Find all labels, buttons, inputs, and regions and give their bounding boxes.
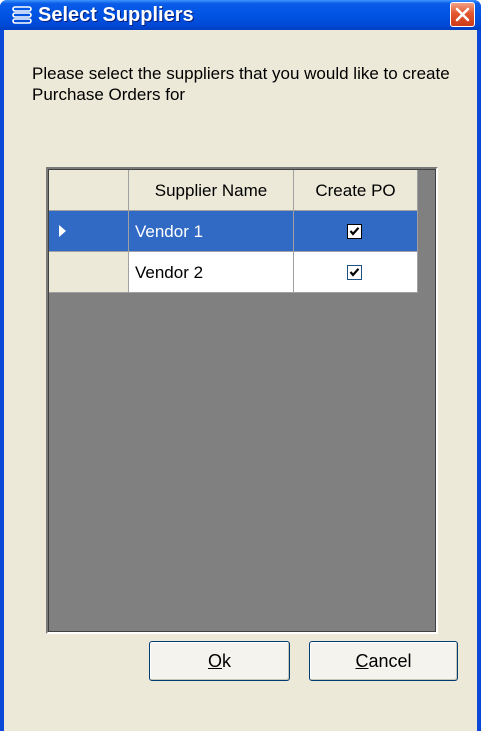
window-border-right bbox=[477, 30, 481, 731]
row-selector[interactable] bbox=[49, 252, 129, 293]
row-selector[interactable] bbox=[49, 211, 129, 252]
cancel-accelerator: C bbox=[355, 651, 369, 671]
cancel-label: ancel bbox=[368, 651, 412, 671]
row-header-corner[interactable] bbox=[49, 170, 129, 211]
supplier-name-cell[interactable]: Vendor 1 bbox=[129, 211, 294, 252]
list-icon bbox=[12, 6, 32, 24]
dialog-window: Select Suppliers Please select the suppl… bbox=[0, 0, 481, 731]
close-button[interactable] bbox=[450, 2, 475, 27]
ok-button[interactable]: Ok bbox=[149, 641, 290, 681]
ok-accelerator: O bbox=[207, 651, 222, 671]
cancel-button[interactable]: Cancel bbox=[309, 641, 458, 681]
close-icon bbox=[451, 7, 474, 30]
supplier-grid[interactable]: Supplier Name Create PO Vendor 1 Vendor … bbox=[46, 167, 438, 634]
table-row[interactable]: Vendor 2 bbox=[49, 252, 418, 293]
current-row-arrow-icon bbox=[59, 225, 66, 237]
instruction-text: Please select the suppliers that you wou… bbox=[32, 64, 450, 104]
create-po-cell[interactable] bbox=[294, 252, 418, 293]
create-po-cell[interactable] bbox=[294, 211, 418, 252]
column-header-supplier-name[interactable]: Supplier Name bbox=[129, 170, 294, 211]
create-po-checkbox[interactable] bbox=[347, 224, 362, 239]
grid-header-row: Supplier Name Create PO bbox=[49, 170, 418, 211]
window-title: Select Suppliers bbox=[38, 4, 194, 26]
supplier-name-cell[interactable]: Vendor 2 bbox=[129, 252, 294, 293]
create-po-checkbox[interactable] bbox=[347, 265, 362, 280]
title-bar[interactable]: Select Suppliers bbox=[0, 0, 481, 30]
table-row[interactable]: Vendor 1 bbox=[49, 211, 418, 252]
ok-label: k bbox=[222, 651, 231, 671]
grid-frame: Supplier Name Create PO Vendor 1 Vendor … bbox=[48, 169, 436, 632]
column-header-create-po[interactable]: Create PO bbox=[294, 170, 418, 211]
